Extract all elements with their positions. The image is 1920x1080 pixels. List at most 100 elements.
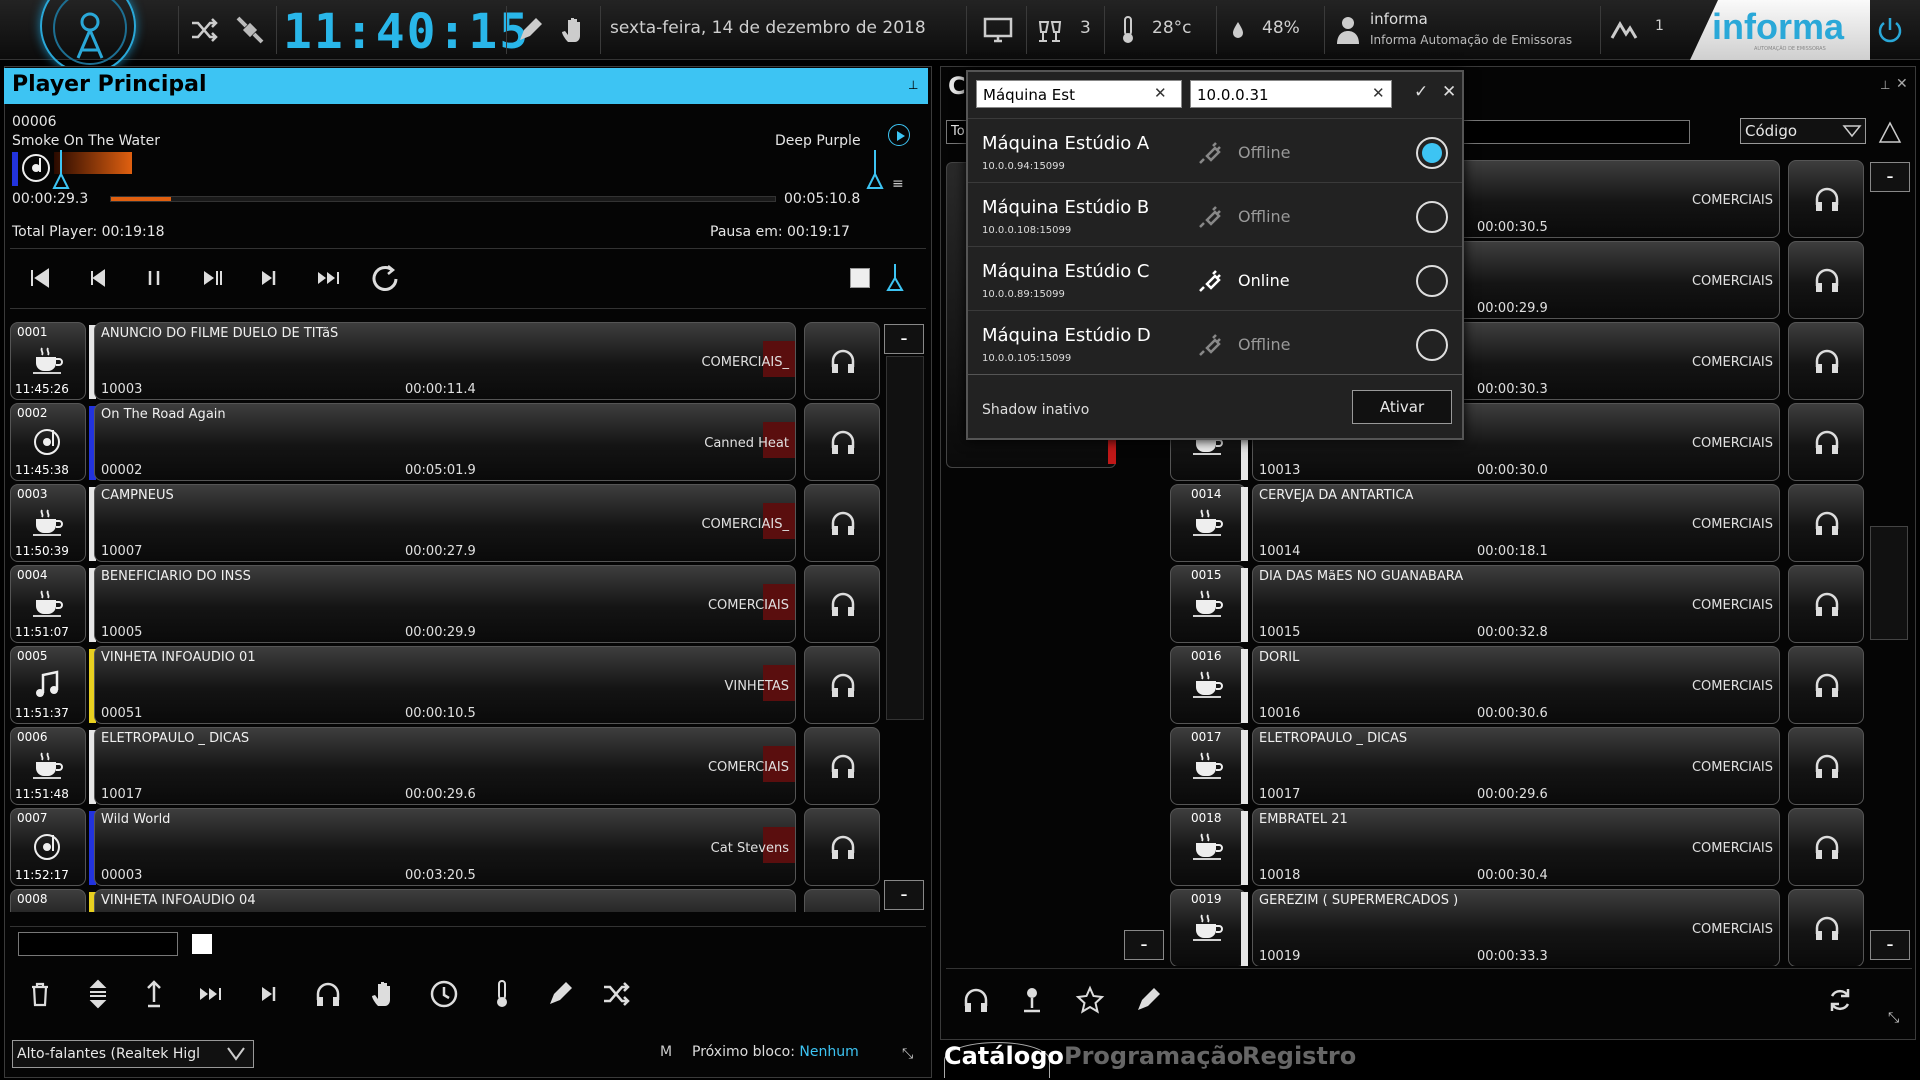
move-icon[interactable] — [82, 978, 114, 1010]
equalizer-icon[interactable]: ≡ — [892, 176, 904, 192]
catalog-scroll-down-button[interactable]: - — [1870, 930, 1910, 960]
queue-row-info[interactable]: VINHETA INFOAUDIO 04 — [94, 889, 796, 912]
machine-row[interactable]: Máquina Estúdio A 10.0.0.94:15099 Offlin… — [968, 118, 1462, 182]
catalog-row-info[interactable]: GEREZIM ( SUPERMERCADOS ) COMERCIAIS 100… — [1252, 889, 1780, 966]
progress-bar[interactable] — [110, 196, 776, 202]
user-icon[interactable] — [1332, 14, 1364, 46]
row-preview-button[interactable] — [804, 484, 880, 562]
machine-row[interactable]: Máquina Estúdio B 10.0.0.108:15099 Offli… — [968, 182, 1462, 246]
cue-icon[interactable] — [886, 264, 904, 292]
queue-row-index[interactable]: 0001 11:45:26 — [10, 322, 96, 400]
catalog-row-index[interactable]: 0014 — [1170, 484, 1248, 562]
signal-icon[interactable] — [1608, 14, 1640, 46]
catalog-close-icon[interactable]: ✕ — [1896, 76, 1908, 92]
catalog-row[interactable]: 0014 CERVEJA DA ANTARTICA COMERCIAIS 100… — [1170, 484, 1866, 562]
machine-row[interactable]: Máquina Estúdio D 10.0.0.105:15099 Offli… — [968, 310, 1462, 374]
queue-row-info[interactable]: CAMPNEUS COMERCIAIS_ 10007 00:00:27.9 — [94, 484, 796, 562]
row-preview-button[interactable] — [1788, 322, 1864, 400]
toast-glasses-icon[interactable] — [1034, 14, 1066, 46]
edit-icon[interactable] — [544, 978, 576, 1010]
headphones-icon[interactable] — [312, 978, 344, 1010]
quick-checkbox[interactable] — [192, 934, 212, 954]
queue-row[interactable]: 0003 11:50:39 CAMPNEUS COMERCIAIS_ 10007… — [10, 484, 880, 562]
catalog-row-index[interactable]: 0018 — [1170, 808, 1248, 886]
machine-radio[interactable] — [1416, 329, 1448, 361]
queue-row-index[interactable]: 0007 11:52:17 — [10, 808, 96, 886]
machine-row[interactable]: Máquina Estúdio C 10.0.0.89:15099 Online — [968, 246, 1462, 310]
power-icon[interactable] — [1874, 14, 1906, 46]
row-preview-button[interactable] — [1788, 889, 1864, 966]
catalog-resize-icon[interactable]: ⤡ — [1888, 1010, 1899, 1026]
queue-row[interactable]: 0005 11:51:37 VINHETA INFOAUDIO 01 VINHE… — [10, 646, 880, 724]
fast-forward-button[interactable] — [314, 262, 346, 294]
trash-icon[interactable] — [24, 978, 56, 1010]
satellite-icon[interactable] — [234, 14, 266, 46]
catalog-row-index[interactable]: 0016 — [1170, 646, 1248, 724]
machine-radio[interactable] — [1416, 137, 1448, 169]
machine-radio[interactable] — [1416, 201, 1448, 233]
queue-scroll-up-button[interactable]: - — [884, 324, 924, 354]
queue-row-info[interactable]: Wild World Cat Stevens 00003 00:03:20.5 — [94, 808, 796, 886]
tab-programacao[interactable]: Programação — [1064, 1042, 1243, 1070]
tab-registro[interactable]: Registro — [1242, 1042, 1356, 1070]
catalog-row-info[interactable]: CERVEJA DA ANTARTICA COMERCIAIS 10014 00… — [1252, 484, 1780, 562]
catalog-row-info[interactable]: DIA DAS MãES NO GUANABARA COMERCIAIS 100… — [1252, 565, 1780, 643]
stop-checkbox[interactable] — [850, 268, 870, 288]
chevron-down-icon[interactable] — [226, 1046, 246, 1062]
catalog-row[interactable]: 0015 DIA DAS MãES NO GUANABARA COMERCIAI… — [1170, 565, 1866, 643]
queue-row-index[interactable]: 0004 11:51:07 — [10, 565, 96, 643]
next-button[interactable] — [252, 262, 284, 294]
queue-row-info[interactable]: ANUNCIO DO FILME DUELO DE TITãS COMERCIA… — [94, 322, 796, 400]
row-preview-button[interactable] — [804, 646, 880, 724]
refresh-icon[interactable] — [1824, 984, 1856, 1016]
queue-scroll-down-button[interactable]: - — [884, 880, 924, 910]
row-preview-button[interactable] — [804, 403, 880, 481]
catalog-row-index[interactable]: 0017 — [1170, 727, 1248, 805]
catalog-pin-icon[interactable]: ⊥ — [1880, 78, 1890, 92]
output-device-select[interactable]: Alto-falantes (Realtek Higl — [12, 1040, 254, 1068]
machine-name-input[interactable]: Máquina Est — [976, 80, 1182, 108]
pencil-icon[interactable] — [514, 14, 546, 46]
row-preview-button[interactable] — [1788, 565, 1864, 643]
queue-row-info[interactable]: On The Road Again Canned Heat 00002 00:0… — [94, 403, 796, 481]
clear-ip-icon[interactable]: ✕ — [1372, 84, 1385, 102]
queue-row[interactable]: 0001 11:45:26 ANUNCIO DO FILME DUELO DE … — [10, 322, 880, 400]
queue-row-index[interactable]: 0006 11:51:48 — [10, 727, 96, 805]
catalog-row[interactable]: 0017 ELETROPAULO _ DICAS COMERCIAIS 1001… — [1170, 727, 1866, 805]
category-scroll-down-button[interactable]: - — [1124, 930, 1164, 960]
quick-search-input[interactable] — [18, 932, 178, 956]
queue-row[interactable]: 0002 11:45:38 On The Road Again Canned H… — [10, 403, 880, 481]
sort-direction-icon[interactable] — [1878, 120, 1902, 144]
next-icon[interactable] — [252, 978, 284, 1010]
loop-button[interactable] — [370, 262, 402, 294]
pause-button[interactable] — [138, 262, 170, 294]
machine-ip-input[interactable]: 10.0.0.31 — [1190, 80, 1392, 108]
row-preview-button[interactable] — [1788, 403, 1864, 481]
queue-row-index[interactable]: 0008 — [10, 889, 96, 912]
queue-row-info[interactable]: VINHETA INFOAUDIO 01 VINHETAS 00051 00:0… — [94, 646, 796, 724]
row-preview-button[interactable] — [1788, 241, 1864, 319]
machine-radio[interactable] — [1416, 265, 1448, 297]
queue-row-info[interactable]: BENEFICIARIO DO INSS COMERCIAIS 10005 00… — [94, 565, 796, 643]
catalog-row-index[interactable]: 0015 — [1170, 565, 1248, 643]
skip-start-button[interactable] — [24, 262, 56, 294]
monitor-icon[interactable] — [982, 14, 1014, 46]
hand-icon[interactable] — [558, 14, 590, 46]
row-preview-button[interactable] — [1788, 727, 1864, 805]
play-next-button[interactable] — [196, 262, 228, 294]
confirm-icon[interactable]: ✓ — [1414, 82, 1428, 102]
clock-icon[interactable] — [428, 978, 460, 1010]
insert-icon[interactable] — [138, 978, 170, 1010]
queue-row-index[interactable]: 0003 11:50:39 — [10, 484, 96, 562]
shuffle-tool-icon[interactable] — [600, 978, 632, 1010]
activate-button[interactable]: Ativar — [1352, 390, 1452, 424]
catalog-row[interactable]: 0016 DORIL COMERCIAIS 10016 00:00:30.6 — [1170, 646, 1866, 724]
catalog-row-info[interactable]: ELETROPAULO _ DICAS COMERCIAIS 10017 00:… — [1252, 727, 1780, 805]
thermometer-tool-icon[interactable] — [486, 978, 518, 1010]
fast-forward-icon[interactable] — [196, 978, 228, 1010]
queue-row[interactable]: 0008 VINHETA INFOAUDIO 04 — [10, 889, 880, 912]
cue-marker-left-icon[interactable] — [52, 150, 70, 190]
resize-icon[interactable]: ⤡ — [902, 1046, 913, 1062]
catalog-scroll-up-button[interactable]: - — [1870, 162, 1910, 192]
row-preview-button[interactable] — [1788, 160, 1864, 238]
